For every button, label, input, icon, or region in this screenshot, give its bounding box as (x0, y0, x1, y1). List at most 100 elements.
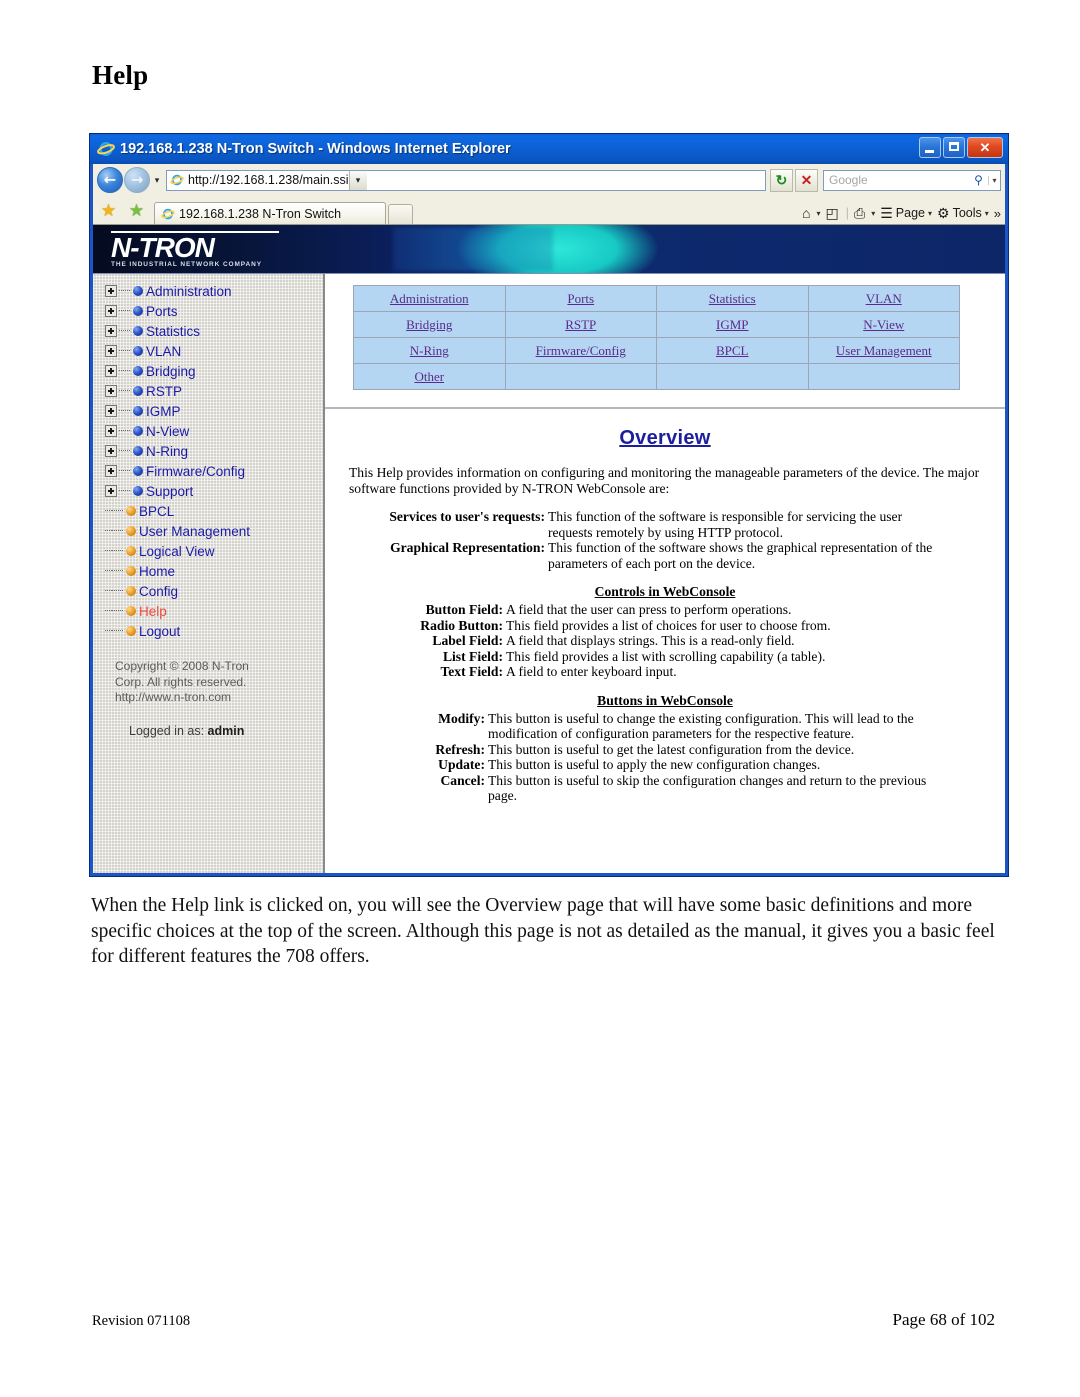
search-box[interactable]: Google ⚲ ▾ (823, 169, 1001, 191)
close-button[interactable]: ✕ (967, 137, 1003, 158)
stop-button[interactable]: ✕ (795, 168, 818, 192)
footer-page-number: Page 68 of 102 (892, 1310, 995, 1329)
help-link-n-view[interactable]: N-View (863, 317, 904, 332)
help-link-bpcl[interactable]: BPCL (716, 343, 749, 358)
sidebar-item-logout[interactable]: Logout (105, 621, 323, 641)
sidebar-item-help[interactable]: Help (105, 601, 323, 621)
sidebar-item-firmware-config[interactable]: Firmware/Config (105, 461, 323, 481)
help-link-rstp[interactable]: RSTP (565, 317, 596, 332)
table-cell[interactable]: Other (353, 363, 506, 390)
expand-plus-icon[interactable] (105, 345, 117, 357)
sidebar-item-statistics[interactable]: Statistics (105, 321, 323, 341)
expand-plus-icon[interactable] (105, 385, 117, 397)
table-cell[interactable]: N-Ring (353, 337, 506, 364)
expand-plus-icon[interactable] (105, 465, 117, 477)
table-cell[interactable]: User Management (807, 337, 960, 364)
expand-plus-icon[interactable] (105, 405, 117, 417)
sidebar-item-logical-view[interactable]: Logical View (105, 541, 323, 561)
ntron-logo: N-TRON THE INDUSTRIAL NETWORK COMPANY (111, 231, 279, 268)
window-controls: ✕ (919, 137, 1003, 158)
help-link-n-ring[interactable]: N-Ring (410, 343, 449, 358)
search-icon[interactable]: ⚲ (969, 173, 988, 188)
definition-term: List Field: (442, 648, 503, 664)
browser-tab[interactable]: 192.168.1.238 N-Tron Switch (154, 202, 386, 224)
table-cell[interactable]: Ports (504, 285, 657, 312)
buttons-list: Modify: This button is useful to change … (385, 711, 945, 804)
expand-plus-icon[interactable] (105, 445, 117, 457)
table-cell[interactable]: Bridging (353, 311, 506, 338)
sidebar-item-label: Statistics (146, 323, 201, 339)
sidebar-item-support[interactable]: Support (105, 481, 323, 501)
sidebar-item-rstp[interactable]: RSTP (105, 381, 323, 401)
sidebar-item-n-view[interactable]: N-View (105, 421, 323, 441)
sidebar-item-n-ring[interactable]: N-Ring (105, 441, 323, 461)
tools-menu-button[interactable]: ⚙ Tools ▾ (937, 206, 989, 220)
sidebar-item-bpcl[interactable]: BPCL (105, 501, 323, 521)
help-link-administration[interactable]: Administration (390, 291, 469, 306)
sidebar-item-administration[interactable]: Administration (105, 281, 323, 301)
list-item: Label Field: A field that displays strin… (385, 633, 945, 649)
table-cell[interactable]: VLAN (807, 285, 960, 312)
add-favorites-icon[interactable]: ★ (99, 201, 118, 220)
tree-connector-icon (119, 485, 131, 497)
maximize-button[interactable] (943, 137, 965, 158)
help-link-ports[interactable]: Ports (567, 291, 594, 306)
print-button[interactable]: ⎙ ▾ (854, 206, 875, 220)
table-cell[interactable]: RSTP (504, 311, 657, 338)
help-link-vlan[interactable]: VLAN (866, 291, 902, 306)
search-provider-caret-icon[interactable]: ▾ (988, 175, 1000, 185)
expand-plus-icon[interactable] (105, 305, 117, 317)
table-cell[interactable]: IGMP (656, 311, 809, 338)
table-cell[interactable]: N-View (807, 311, 960, 338)
expand-plus-icon[interactable] (105, 325, 117, 337)
table-cell[interactable]: Administration (353, 285, 506, 312)
sidebar-item-label: BPCL (139, 503, 175, 519)
expand-plus-icon[interactable] (105, 365, 117, 377)
copyright-line-1: Copyright © 2008 N-Tron (115, 659, 249, 673)
help-link-other[interactable]: Other (414, 369, 444, 384)
sidebar-item-vlan[interactable]: VLAN (105, 341, 323, 361)
sidebar-item-igmp[interactable]: IGMP (105, 401, 323, 421)
sidebar-item-config[interactable]: Config (105, 581, 323, 601)
sidebar-item-user-management[interactable]: User Management (105, 521, 323, 541)
help-link-firmware-config[interactable]: Firmware/Config (536, 343, 626, 358)
favorites-center-icon[interactable]: ★ (127, 201, 146, 220)
feeds-button[interactable]: ◰ | (826, 206, 849, 220)
tree-connector-icon (119, 285, 131, 297)
minimize-button[interactable] (919, 137, 941, 158)
table-cell[interactable]: Statistics (656, 285, 809, 312)
page-title: Help (92, 60, 149, 90)
tree-connector-icon (105, 621, 112, 641)
help-link-bridging[interactable]: Bridging (406, 317, 452, 332)
help-link-user-management[interactable]: User Management (836, 343, 932, 358)
history-dropdown-button[interactable]: ▾ (150, 175, 164, 186)
sidebar-item-bridging[interactable]: Bridging (105, 361, 323, 381)
help-link-igmp[interactable]: IGMP (716, 317, 749, 332)
back-button[interactable]: ← (97, 167, 123, 193)
table-cell[interactable]: Firmware/Config (504, 337, 657, 364)
sidebar-item-ports[interactable]: Ports (105, 301, 323, 321)
home-button[interactable]: ⌂ ▾ (802, 206, 820, 220)
definition-description: This function of the software is respons… (548, 509, 903, 540)
address-bar[interactable]: http://192.168.1.238/main.ssi ▾ (166, 169, 766, 191)
tree-connector-icon (119, 445, 131, 457)
more-commands-chevron-icon[interactable]: » (994, 206, 1001, 221)
search-input[interactable]: Google (824, 173, 969, 187)
forward-button[interactable]: → (124, 167, 150, 193)
expand-plus-icon[interactable] (105, 425, 117, 437)
page-menu-button[interactable]: ☰ Page ▾ (880, 206, 932, 220)
overview-heading: Overview (619, 427, 711, 449)
table-cell[interactable]: BPCL (656, 337, 809, 364)
refresh-button[interactable]: ↻ (770, 168, 793, 192)
help-link-statistics[interactable]: Statistics (709, 291, 756, 306)
sidebar-item-home[interactable]: Home (105, 561, 323, 581)
feeds-icon: ◰ (825, 205, 839, 221)
tree-connector-icon (105, 561, 112, 581)
tree-connector-icon (119, 325, 131, 337)
new-tab-button[interactable] (388, 204, 413, 224)
expand-plus-icon[interactable] (105, 285, 117, 297)
expand-plus-icon[interactable] (105, 485, 117, 497)
sidebar-item-label: IGMP (146, 403, 181, 419)
copyright-block: Copyright © 2008 N-Tron Corp. All rights… (93, 659, 323, 706)
address-dropdown-icon[interactable]: ▾ (348, 170, 367, 190)
